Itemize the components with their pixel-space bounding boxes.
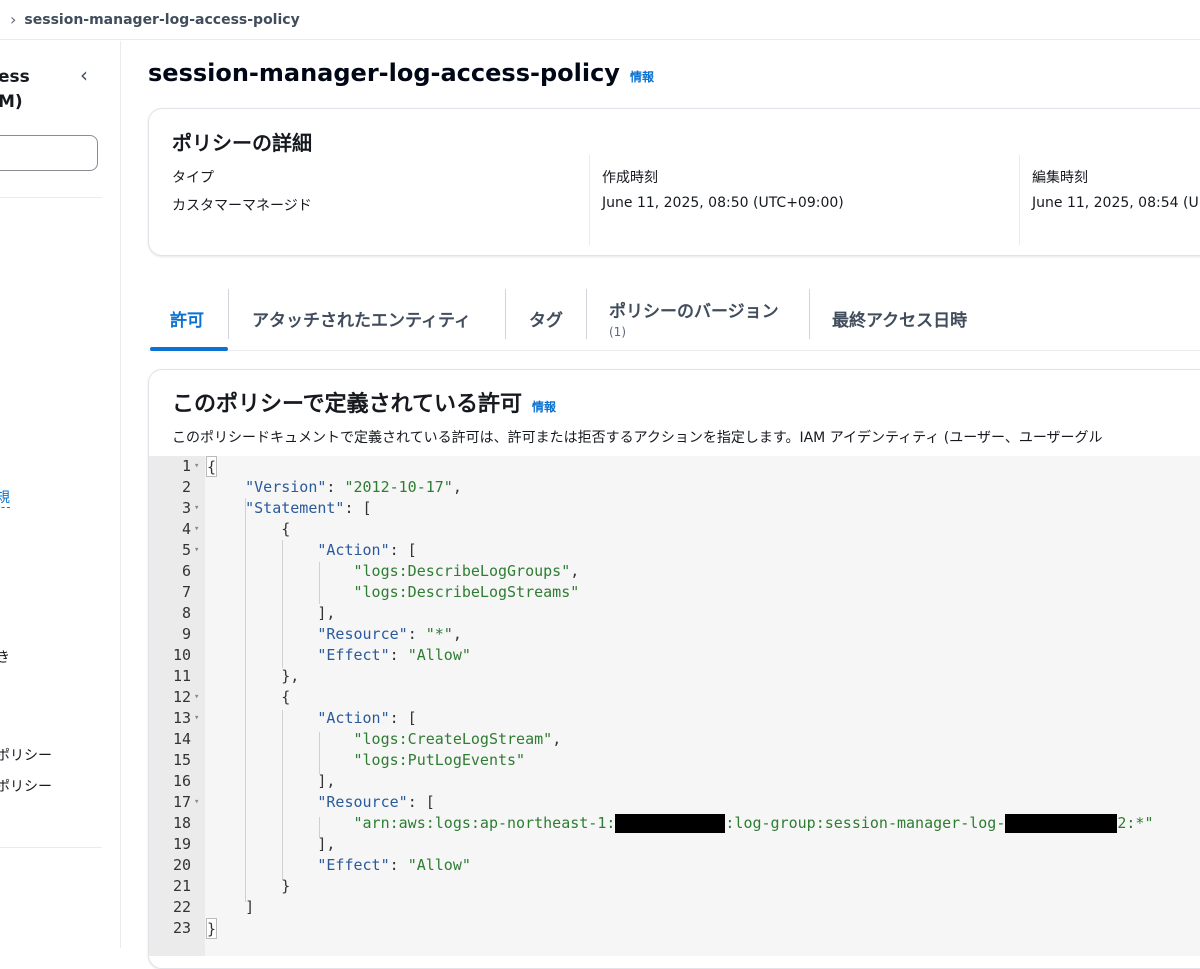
line-number: 1 bbox=[181, 457, 191, 475]
line-number: 12 bbox=[172, 688, 191, 706]
service-title: ess M) bbox=[0, 67, 30, 112]
line-number: 20 bbox=[172, 856, 191, 874]
line-number: 7 bbox=[181, 583, 191, 601]
chevron-right-icon: › bbox=[10, 10, 17, 29]
sidebar-item-policy-b[interactable]: ポリシー bbox=[0, 776, 52, 796]
line-number: 3 bbox=[181, 499, 191, 517]
info-link[interactable]: 情報 bbox=[532, 398, 556, 415]
code-line: "Effect": "Allow" bbox=[317, 856, 471, 874]
permissions-description: このポリシードキュメントで定義されている許可は、許可または拒否するアクションを指… bbox=[172, 430, 1103, 446]
sidebar-divider bbox=[0, 197, 102, 198]
collapse-sidebar-icon[interactable]: ‹ bbox=[80, 63, 88, 87]
line-number: 15 bbox=[172, 751, 191, 769]
sidebar-item-policy-a[interactable]: ポリシー bbox=[0, 745, 52, 765]
tab-policy-versions[interactable]: ポリシーのバージョン (1) bbox=[609, 285, 779, 351]
fold-toggle-icon[interactable]: ▾ bbox=[194, 687, 199, 708]
code-line: }, bbox=[209, 667, 300, 685]
code-line: } bbox=[206, 918, 217, 939]
code-line: ], bbox=[209, 835, 336, 853]
code-line: { bbox=[206, 456, 217, 477]
line-number: 19 bbox=[172, 835, 191, 853]
code-line: } bbox=[209, 877, 291, 895]
info-link[interactable]: 情報 bbox=[630, 68, 654, 85]
sidebar-item-new[interactable]: 規 bbox=[0, 487, 10, 508]
line-number: 21 bbox=[172, 877, 191, 895]
fold-toggle-icon[interactable]: ▾ bbox=[194, 498, 199, 519]
code-line: "Resource": [ bbox=[317, 793, 435, 811]
code-line: ], bbox=[209, 772, 336, 790]
code-line: "Effect": "Allow" bbox=[317, 646, 471, 664]
code-line: "logs:PutLogEvents" bbox=[353, 751, 526, 769]
policy-json-editor[interactable]: 1 ▾ 2 3 ▾ 4 ▾ 5 ▾ 6 7 8 9 10 11 12 ▾ 13 ▾ 14 15 16 17 ▾ 18 19 20 21… bbox=[149, 456, 1200, 956]
column-divider bbox=[589, 155, 590, 245]
tab-bar: 許可 アタッチされたエンティティ タグ ポリシーのバージョン (1) 最終アクセ… bbox=[148, 285, 1200, 351]
code-line: { bbox=[209, 688, 291, 706]
code-line: "arn:aws:logs:ap-northeast-1::log-group:… bbox=[353, 814, 1154, 833]
active-tab-indicator bbox=[150, 347, 228, 351]
column-divider bbox=[1019, 155, 1020, 245]
fold-toggle-icon[interactable]: ▾ bbox=[194, 456, 199, 477]
code-line: { bbox=[209, 520, 291, 538]
fold-toggle-icon[interactable]: ▾ bbox=[194, 708, 199, 729]
sidebar-item-partial[interactable]: き bbox=[0, 647, 10, 667]
line-number: 14 bbox=[172, 730, 191, 748]
line-number: 8 bbox=[181, 604, 191, 622]
tab-tags[interactable]: タグ bbox=[529, 285, 563, 351]
line-number: 6 bbox=[181, 562, 191, 580]
tab-divider bbox=[505, 289, 506, 339]
code-line: ], bbox=[209, 604, 336, 622]
line-number: 10 bbox=[172, 646, 191, 664]
line-number: 4 bbox=[181, 520, 191, 538]
line-number: 2 bbox=[181, 478, 191, 496]
line-number: 17 bbox=[172, 793, 191, 811]
tab-divider bbox=[809, 289, 810, 339]
code-line: "Resource": "*", bbox=[317, 625, 462, 643]
tab-permissions[interactable]: 許可 bbox=[170, 285, 204, 351]
main-content: session-manager-log-access-policy 情報 ポリシ… bbox=[122, 41, 1200, 969]
breadcrumb-current: session-manager-log-access-policy bbox=[24, 11, 300, 28]
tab-divider bbox=[228, 289, 229, 339]
tab-attached-entities[interactable]: アタッチされたエンティティ bbox=[252, 285, 471, 351]
sidebar-search-input[interactable] bbox=[0, 135, 98, 171]
code-line: "logs:DescribeLogStreams" bbox=[353, 583, 580, 601]
line-number: 5 bbox=[181, 541, 191, 559]
line-number: 22 bbox=[172, 898, 191, 916]
sidebar-divider bbox=[0, 847, 102, 848]
type-field: タイプ カスタマーマネージド bbox=[172, 170, 312, 214]
line-number: 23 bbox=[172, 919, 191, 937]
tab-last-accessed[interactable]: 最終アクセス日時 bbox=[832, 285, 967, 351]
page-title: session-manager-log-access-policy 情報 bbox=[148, 59, 654, 87]
fold-toggle-icon[interactable]: ▾ bbox=[194, 792, 199, 813]
sidebar: ess M) ‹ 規 き ポリシー ポリシー bbox=[0, 41, 121, 948]
line-number: 13 bbox=[172, 709, 191, 727]
edited-field: 編集時刻 June 11, 2025, 08:54 (U bbox=[1032, 170, 1199, 211]
line-number: 9 bbox=[181, 625, 191, 643]
details-heading: ポリシーの詳細 bbox=[172, 131, 312, 155]
redaction-block bbox=[1005, 814, 1118, 833]
code-line: "Action": [ bbox=[317, 541, 417, 559]
policy-details-card: ポリシーの詳細 タイプ カスタマーマネージド 作成時刻 June 11, 202… bbox=[148, 108, 1200, 256]
redaction-block bbox=[615, 814, 726, 833]
code-line: "logs:DescribeLogGroups", bbox=[353, 562, 580, 580]
line-number: 16 bbox=[172, 772, 191, 790]
tab-divider bbox=[586, 289, 587, 339]
code-line: "Version": "2012-10-17", bbox=[245, 478, 462, 496]
permissions-card: このポリシーで定義されている許可 情報 このポリシードキュメントで定義されている… bbox=[148, 369, 1200, 969]
fold-toggle-icon[interactable]: ▾ bbox=[194, 519, 199, 540]
code-line: "Action": [ bbox=[317, 709, 417, 727]
code-line: ] bbox=[209, 898, 255, 916]
permissions-heading: このポリシーで定義されている許可 情報 bbox=[172, 392, 557, 417]
code-line: "logs:CreateLogStream", bbox=[353, 730, 562, 748]
fold-toggle-icon[interactable]: ▾ bbox=[194, 540, 199, 561]
code-line: "Statement": [ bbox=[245, 499, 372, 517]
line-number: 18 bbox=[172, 814, 191, 832]
created-field: 作成時刻 June 11, 2025, 08:50 (UTC+09:00) bbox=[602, 170, 844, 211]
line-number: 11 bbox=[172, 667, 191, 685]
breadcrumb: › session-manager-log-access-policy bbox=[0, 0, 1200, 40]
